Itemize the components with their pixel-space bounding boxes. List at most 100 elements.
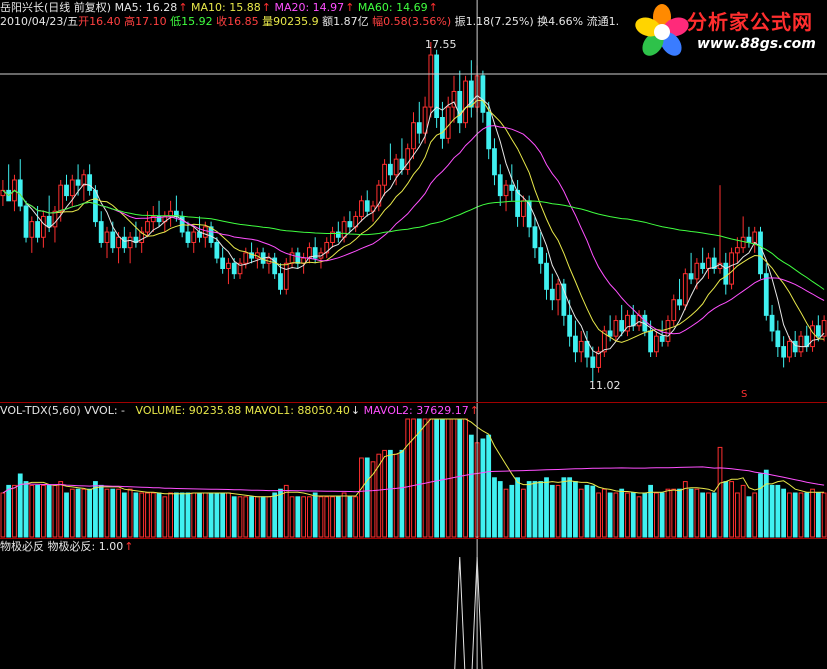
volume-value: VOLUME: 90235.88 xyxy=(135,404,242,417)
candle-down xyxy=(567,314,573,337)
volume-bar-down xyxy=(87,488,93,538)
volume-bar-up xyxy=(694,488,700,538)
volume-bar-up xyxy=(58,481,64,538)
volume-bar-up xyxy=(307,496,312,538)
candle-down xyxy=(416,122,422,134)
volume-bar-up xyxy=(226,492,231,538)
candle-down xyxy=(64,184,69,197)
ma10-label: MA10: 15.88 xyxy=(191,1,271,14)
volume-bar-down xyxy=(64,492,69,538)
volume-bar-up xyxy=(116,488,121,538)
volume-bar-down xyxy=(532,481,538,538)
candle-down xyxy=(23,205,29,238)
volume-bar-down xyxy=(185,492,191,538)
candle-up xyxy=(411,122,416,150)
volume-bar-up xyxy=(555,484,561,538)
indicator-name: 物极必反 xyxy=(0,540,44,553)
volume-bar-down xyxy=(763,469,769,538)
volume-bar-up xyxy=(40,484,46,538)
ma-header: 岳阳兴长(日线 前复权) MA5: 16.28 MA10: 15.88 MA20… xyxy=(0,1,438,15)
volume-bar-down xyxy=(758,473,763,538)
volume-bar-down xyxy=(295,496,301,538)
volume-bar-down xyxy=(272,492,278,538)
volume-bar-up xyxy=(254,496,260,538)
volume-bar-up xyxy=(405,418,411,538)
volume-bar-down xyxy=(416,418,422,538)
volume-bar-up xyxy=(601,488,607,538)
volume-bar-up xyxy=(353,496,359,538)
candle-down xyxy=(549,288,555,301)
candle-up xyxy=(752,231,758,243)
volume-bar-down xyxy=(93,481,98,538)
volume-bar-down xyxy=(220,492,226,538)
volume-bar-up xyxy=(821,492,827,538)
volume-bar-down xyxy=(769,484,775,538)
candle-down xyxy=(231,262,237,275)
candle-down xyxy=(214,241,220,259)
volume-bar-down xyxy=(509,484,515,538)
candle-down xyxy=(561,283,567,316)
volume-bar-down xyxy=(46,484,52,538)
volume-bar-down xyxy=(804,492,810,538)
candle-down xyxy=(75,179,81,186)
volume-bar-up xyxy=(578,488,584,538)
quote-turnover: 换4.66% xyxy=(537,15,584,28)
candle-up xyxy=(405,148,411,171)
volume-bar-up xyxy=(463,418,468,538)
volume-bar-down xyxy=(35,484,40,538)
candle-up xyxy=(613,320,619,337)
volume-panel[interactable]: VOL-TDX(5,60) VVOL: - VOLUME: 90235.88 M… xyxy=(0,403,827,539)
volume-bar-up xyxy=(752,492,758,538)
volume-bar-down xyxy=(17,473,23,538)
candle-up xyxy=(810,325,815,348)
volume-bar-down xyxy=(75,488,81,538)
candle-up xyxy=(104,231,110,243)
indicator-spike xyxy=(454,556,466,669)
candle-down xyxy=(544,262,549,290)
mavol1-value: MAVOL1: 88050.40 xyxy=(245,404,360,417)
candle-up xyxy=(665,320,671,342)
volume-bar-down xyxy=(677,488,682,538)
volume-bar-down xyxy=(573,481,578,538)
candle-up xyxy=(283,262,289,290)
high-price-label: 17.55 xyxy=(425,38,457,51)
volume-bar-up xyxy=(104,488,110,538)
indicator-chart[interactable] xyxy=(0,539,827,669)
quote-amount: 额1.87亿 xyxy=(322,15,369,28)
candle-up xyxy=(578,340,584,353)
candle-up xyxy=(145,221,150,233)
candle-down xyxy=(590,356,596,368)
candle-down xyxy=(87,174,93,191)
candle-up xyxy=(671,299,677,322)
volume-bar-up xyxy=(266,496,272,538)
candle-down xyxy=(497,174,503,197)
volume-bar-down xyxy=(688,488,694,538)
candle-up xyxy=(393,158,399,176)
candle-up xyxy=(706,257,711,269)
volume-bar-down xyxy=(260,496,266,538)
volume-bar-down xyxy=(133,492,139,538)
indicator-header: 物极必反 物极必反: 1.00 xyxy=(0,540,133,554)
volume-bar-down xyxy=(156,492,162,538)
volume-bar-down xyxy=(249,496,254,538)
candle-up xyxy=(682,273,688,306)
volume-bar-down xyxy=(590,485,596,538)
volume-bar-down xyxy=(434,418,440,538)
candle-down xyxy=(457,90,463,124)
mavol2-value: MAVOL2: 37629.17 xyxy=(364,404,479,417)
volume-bar-down xyxy=(173,492,179,538)
volume-bar-up xyxy=(145,492,150,538)
volume-bar-up xyxy=(671,488,677,538)
volume-bar-down xyxy=(642,492,648,538)
indicator-panel[interactable]: 物极必反 物极必反: 1.00 xyxy=(0,539,827,669)
volume-bar-down xyxy=(515,477,520,538)
volume-chart[interactable] xyxy=(0,403,827,539)
candle-up xyxy=(359,200,364,217)
volume-bar-down xyxy=(549,484,555,538)
quote-header: 2010/04/23/五开16.40 高17.10 低15.92 收16.85 … xyxy=(0,15,620,28)
volume-bar-down xyxy=(538,481,544,538)
candle-down xyxy=(399,158,405,171)
candle-down xyxy=(538,247,544,264)
site-logo[interactable]: 分析家公式网 www.88gs.com xyxy=(632,0,827,62)
quote-date: 2010/04/23/五 xyxy=(0,15,79,28)
